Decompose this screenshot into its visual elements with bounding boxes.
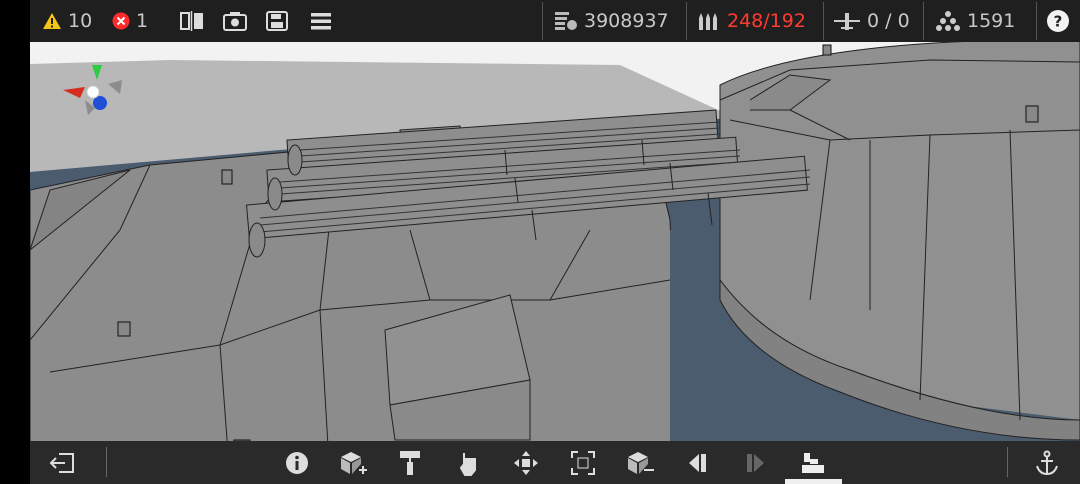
separator	[1007, 447, 1008, 477]
separator	[823, 2, 824, 40]
menu-icon	[311, 13, 331, 30]
3d-viewport[interactable]	[30, 0, 1080, 484]
separator	[1036, 2, 1037, 40]
save-icon	[266, 11, 288, 31]
weight-icon	[555, 12, 577, 30]
menu-button[interactable]	[310, 0, 332, 42]
parts-category-icon	[802, 452, 824, 473]
mirror-icon	[180, 11, 203, 31]
help-icon: ?	[1047, 10, 1069, 32]
warnings-count: 10	[68, 10, 93, 32]
aircraft-value: 0 / 0	[867, 10, 910, 32]
aircraft-icon	[834, 13, 860, 30]
add-part-button[interactable]	[333, 441, 373, 484]
previous-icon	[689, 453, 706, 472]
svg-text:?: ?	[1054, 13, 1063, 31]
weight-value: 3908937	[584, 10, 669, 32]
errors-count: 1	[136, 10, 149, 32]
ship-model-render	[30, 0, 1080, 484]
previous-button[interactable]	[678, 441, 718, 484]
info-icon	[286, 451, 308, 474]
info-button[interactable]	[277, 441, 317, 484]
top-toolbar: 10 1 3908937 248/192 0 / 0 1591 ?	[30, 0, 1080, 42]
separator	[542, 2, 543, 40]
weight-readout[interactable]: 3908937	[554, 0, 669, 42]
move-button[interactable]	[506, 441, 546, 484]
parts-category-button[interactable]	[793, 441, 833, 484]
add-part-icon	[341, 451, 367, 474]
warnings-indicator[interactable]: 10	[42, 0, 92, 42]
separator	[106, 447, 107, 477]
paint-button[interactable]	[390, 441, 430, 484]
crew-icon	[936, 11, 960, 31]
exit-button[interactable]	[42, 441, 82, 484]
next-button[interactable]	[735, 441, 775, 484]
save-button[interactable]	[266, 0, 288, 42]
ammo-readout[interactable]: 248/192	[697, 0, 806, 42]
camera-icon	[223, 12, 247, 31]
warning-triangle-icon	[43, 13, 61, 29]
next-icon	[747, 453, 764, 472]
screenshot-button[interactable]	[223, 0, 247, 42]
scale-icon	[571, 450, 595, 475]
move-icon	[514, 450, 538, 475]
anchor-button[interactable]	[1027, 441, 1067, 484]
help-button[interactable]: ?	[1046, 0, 1070, 42]
errors-indicator[interactable]: 1	[112, 0, 148, 42]
crew-readout[interactable]: 1591	[935, 0, 1015, 42]
active-tab-indicator	[785, 479, 842, 484]
remove-part-button[interactable]	[620, 441, 660, 484]
scale-button[interactable]	[563, 441, 603, 484]
remove-part-icon	[628, 451, 654, 474]
ammo-icon	[699, 13, 717, 30]
mirror-button[interactable]	[180, 0, 204, 42]
hand-select-icon	[459, 452, 476, 476]
error-x-icon	[112, 12, 130, 30]
bottom-toolbar	[30, 441, 1080, 484]
crew-value: 1591	[967, 10, 1016, 32]
anchor-icon	[1036, 450, 1058, 475]
separator	[686, 2, 687, 40]
editor-screen: 10 1 3908937 248/192 0 / 0 1591 ?	[30, 0, 1080, 484]
paint-roller-icon	[400, 450, 420, 475]
separator	[923, 2, 924, 40]
ammo-value: 248/192	[727, 10, 806, 32]
exit-icon	[49, 452, 74, 473]
select-button[interactable]	[448, 441, 488, 484]
aircraft-readout[interactable]: 0 / 0	[833, 0, 910, 42]
